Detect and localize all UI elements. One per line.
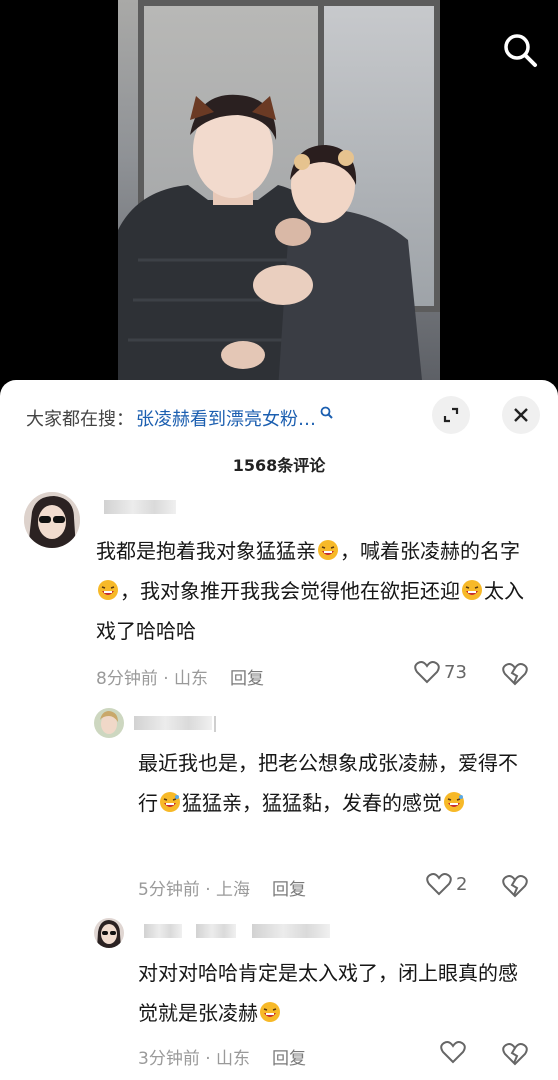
laughing-emoji-icon	[443, 786, 465, 812]
comment-time-location: 5分钟前 · 上海	[138, 880, 251, 900]
close-button[interactable]	[502, 396, 540, 434]
laughing-emoji-icon	[317, 534, 339, 560]
dislike-button[interactable]	[502, 662, 528, 690]
dislike-button[interactable]	[502, 1042, 528, 1070]
username-redacted[interactable]	[134, 716, 212, 730]
like-button[interactable]: 73	[414, 660, 467, 684]
video-frame	[118, 0, 440, 390]
video-player[interactable]	[0, 0, 558, 390]
like-count: 2	[456, 873, 468, 895]
trending-search-query[interactable]: 张凌赫看到漂亮女粉…	[136, 405, 316, 431]
laughing-emoji-icon	[461, 574, 483, 600]
username-redacted[interactable]	[104, 500, 176, 514]
expand-button[interactable]	[432, 396, 470, 434]
divider	[214, 716, 216, 732]
laughing-emoji-icon	[159, 786, 181, 812]
search-icon	[320, 406, 333, 423]
laughing-emoji-icon	[259, 996, 281, 1022]
reply-button[interactable]: 回复	[230, 669, 264, 689]
comment-text: 我都是抱着我对象猛猛亲 ，喊着张凌赫的名字，我对象推开我我会觉得他在欲拒还迎 太入戏…	[96, 531, 536, 651]
heart-icon	[440, 1041, 466, 1064]
trending-search-bar[interactable]: 大家都在搜： 张凌赫看到漂亮女粉…	[26, 400, 333, 436]
username-redacted	[196, 924, 236, 938]
heart-icon	[414, 661, 440, 684]
avatar[interactable]	[94, 708, 124, 738]
comment-text: 对对对哈哈肯定是太入戏了，闭上眼真的感觉就是张凌赫	[138, 961, 518, 1025]
man-figure	[118, 0, 440, 390]
comment-meta: 8分钟前 · 山东 回复	[96, 664, 264, 689]
comment-time-location: 8分钟前 · 山东	[96, 669, 209, 689]
heart-icon	[426, 873, 452, 896]
comment-count: 1568条评论	[232, 456, 326, 475]
like-count: 73	[444, 661, 467, 683]
trending-search-prefix: 大家都在搜：	[26, 409, 134, 430]
laughing-emoji-icon	[97, 574, 119, 600]
comment-sheet: 大家都在搜： 张凌赫看到漂亮女粉… 1568条评论 我都是抱着我对象猛猛亲 ，喊…	[0, 380, 558, 1080]
username-redacted	[252, 924, 330, 938]
broken-heart-icon	[502, 663, 528, 686]
broken-heart-icon	[502, 1043, 528, 1066]
expand-icon	[443, 407, 459, 423]
username-redacted[interactable]	[144, 924, 182, 938]
comment-time-location: 3分钟前 · 山东	[138, 1049, 251, 1069]
like-button[interactable]: 2	[426, 872, 467, 896]
reply-button[interactable]: 回复	[272, 880, 306, 900]
comment-meta: 5分钟前 · 上海 回复	[138, 875, 306, 900]
comment-meta: 3分钟前 · 山东 回复	[138, 1044, 306, 1069]
reply-button[interactable]: 回复	[272, 1049, 306, 1069]
search-icon	[504, 34, 537, 67]
search-button[interactable]	[498, 28, 542, 72]
comment-text: 最近我也是，把老公想象成张凌赫，爱得不行 猛猛亲，猛猛黏，发春的感觉	[138, 751, 518, 815]
avatar[interactable]	[24, 492, 80, 548]
like-button[interactable]	[440, 1040, 470, 1064]
close-icon	[514, 408, 528, 422]
dislike-button[interactable]	[502, 874, 528, 902]
broken-heart-icon	[502, 875, 528, 898]
avatar[interactable]	[94, 918, 124, 948]
